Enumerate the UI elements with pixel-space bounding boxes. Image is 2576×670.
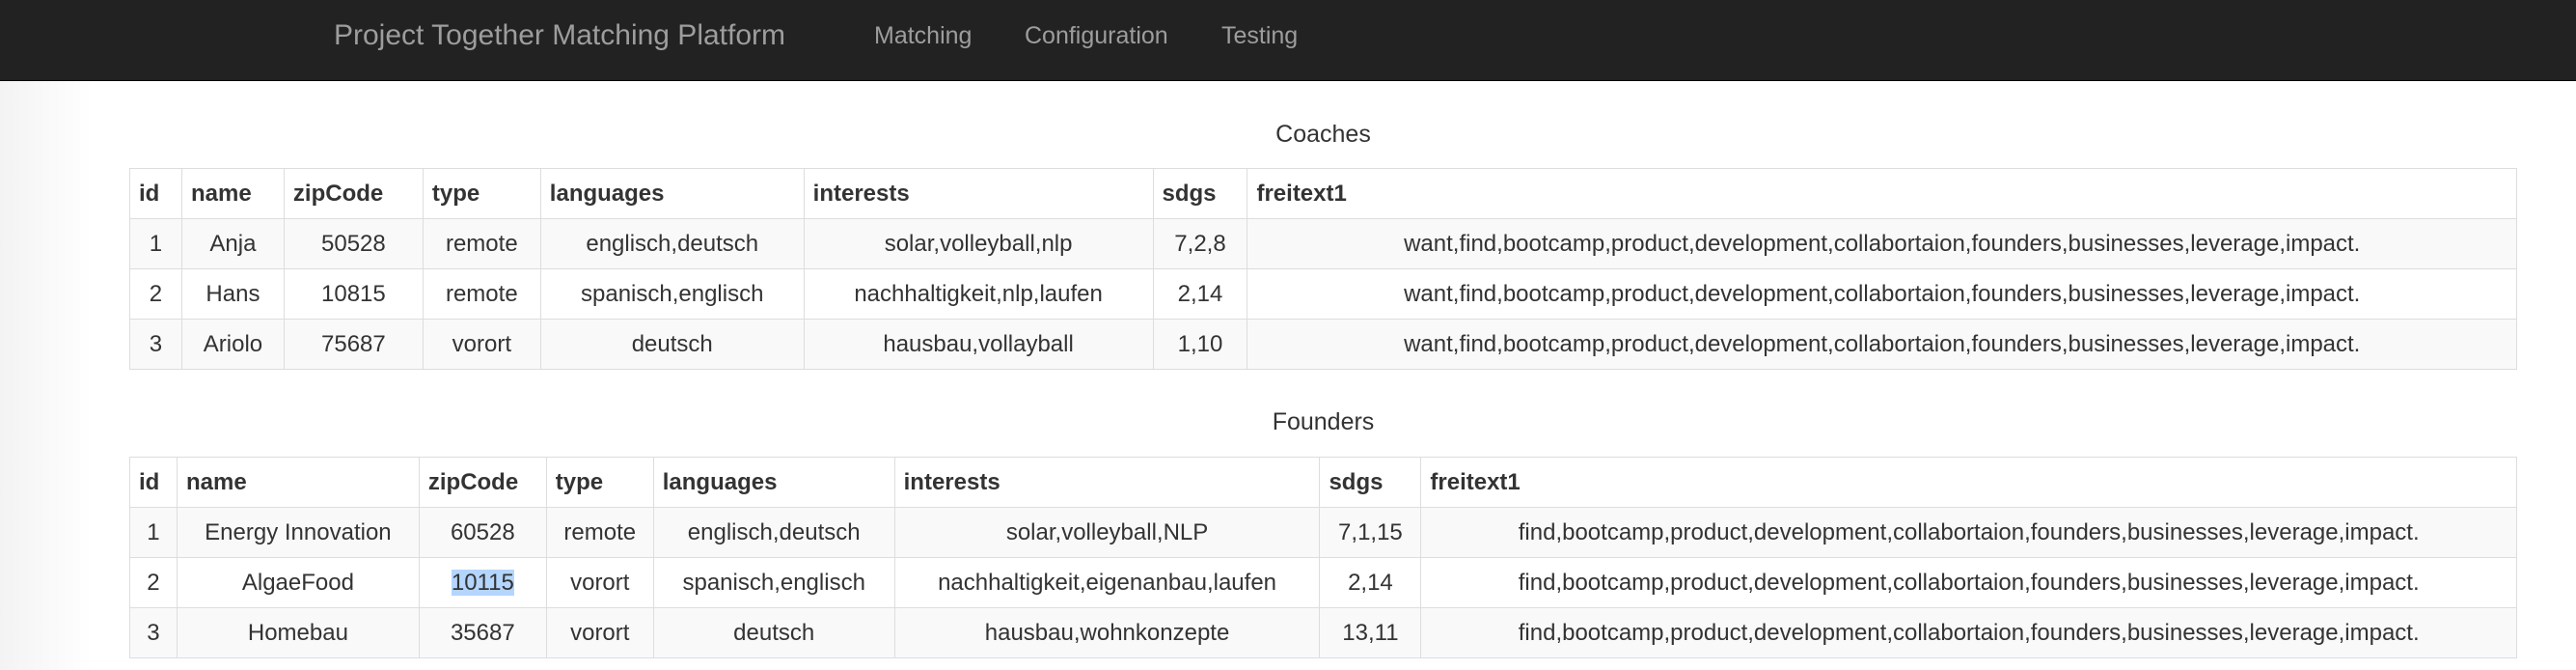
- cell-freitext1: want,find,bootcamp,product,development,c…: [1247, 218, 2517, 269]
- cell-interests: solar,volleyball,NLP: [893, 507, 1321, 558]
- column-header-interests[interactable]: interests: [803, 168, 1154, 219]
- cell-languages: englisch,deutsch: [652, 507, 895, 558]
- cell-freitext1: want,find,bootcamp,product,development,c…: [1247, 268, 2517, 320]
- table-row[interactable]: 2 AlgaeFood 10115 vorort spanisch,englis…: [129, 557, 2517, 608]
- cell-name: AlgaeFood: [176, 557, 420, 608]
- table-row[interactable]: 1 Anja 50528 remote englisch,deutsch sol…: [129, 218, 2517, 269]
- cell-type: vorort: [422, 319, 541, 370]
- cell-languages: deutsch: [652, 607, 895, 658]
- cell-id: 3: [129, 319, 182, 370]
- cell-type: vorort: [545, 557, 654, 608]
- cell-id: 2: [129, 557, 178, 608]
- cell-zipcode: 75687: [283, 319, 424, 370]
- cell-sdgs: 2,14: [1152, 268, 1248, 320]
- selected-text: 10115: [451, 569, 514, 596]
- cell-freitext1: find,bootcamp,product,development,collab…: [1420, 607, 2517, 658]
- cell-zipcode: 35687: [418, 607, 547, 658]
- column-header-name[interactable]: name: [180, 168, 285, 219]
- cell-freitext1: find,bootcamp,product,development,collab…: [1420, 557, 2517, 608]
- cell-sdgs: 7,1,15: [1319, 507, 1422, 558]
- cell-name: Energy Innovation: [176, 507, 420, 558]
- column-header-id[interactable]: id: [129, 457, 178, 508]
- cell-id: 3: [129, 607, 178, 658]
- coaches-table: id name zipCode type languages interests…: [129, 168, 2517, 370]
- cell-zipcode: 50528: [283, 218, 424, 269]
- navbar-brand[interactable]: Project Together Matching Platform: [334, 18, 785, 53]
- cell-freitext1: find,bootcamp,product,development,collab…: [1420, 507, 2517, 558]
- cell-id: 2: [129, 268, 182, 320]
- column-header-type[interactable]: type: [422, 168, 541, 219]
- cell-interests: hausbau,wohnkonzepte: [893, 607, 1321, 658]
- cell-type: remote: [422, 268, 541, 320]
- cell-sdgs: 13,11: [1319, 607, 1422, 658]
- cell-languages: englisch,deutsch: [539, 218, 805, 269]
- cell-interests: solar,volleyball,nlp: [803, 218, 1154, 269]
- cell-type: vorort: [545, 607, 654, 658]
- top-navbar: Project Together Matching Platform Match…: [0, 0, 2576, 81]
- column-header-zipcode[interactable]: zipCode: [418, 457, 547, 508]
- table-row[interactable]: 1 Energy Innovation 60528 remote englisc…: [129, 507, 2517, 558]
- column-header-freitext1[interactable]: freitext1: [1420, 457, 2517, 508]
- column-header-languages[interactable]: languages: [652, 457, 895, 508]
- nav-link-configuration[interactable]: Configuration: [1025, 21, 1168, 50]
- column-header-type[interactable]: type: [545, 457, 654, 508]
- cell-name: Anja: [180, 218, 285, 269]
- cell-zipcode: 10115: [418, 557, 547, 608]
- table-header-row: id name zipCode type languages interests…: [129, 457, 2517, 508]
- nav-link-matching[interactable]: Matching: [874, 21, 972, 50]
- page-left-margin: [0, 81, 93, 670]
- cell-languages: spanisch,englisch: [652, 557, 895, 608]
- cell-name: Hans: [180, 268, 285, 320]
- cell-type: remote: [422, 218, 541, 269]
- cell-id: 1: [129, 507, 178, 558]
- cell-freitext1: want,find,bootcamp,product,development,c…: [1247, 319, 2517, 370]
- table-row[interactable]: 3 Ariolo 75687 vorort deutsch hausbau,vo…: [129, 319, 2517, 370]
- table-row[interactable]: 3 Homebau 35687 vorort deutsch hausbau,w…: [129, 607, 2517, 658]
- cell-name: Ariolo: [180, 319, 285, 370]
- cell-zipcode: 60528: [418, 507, 547, 558]
- cell-zipcode: 10815: [283, 268, 424, 320]
- column-header-zipcode[interactable]: zipCode: [283, 168, 424, 219]
- cell-id: 1: [129, 218, 182, 269]
- founders-title: Founders: [1272, 408, 1375, 435]
- cell-name: Homebau: [176, 607, 420, 658]
- table-header-row: id name zipCode type languages interests…: [129, 168, 2517, 219]
- founders-table: id name zipCode type languages interests…: [129, 457, 2517, 658]
- column-header-languages[interactable]: languages: [539, 168, 805, 219]
- column-header-name[interactable]: name: [176, 457, 420, 508]
- column-header-sdgs[interactable]: sdgs: [1319, 457, 1422, 508]
- cell-interests: nachhaltigkeit,eigenanbau,laufen: [893, 557, 1321, 608]
- cell-sdgs: 7,2,8: [1152, 218, 1248, 269]
- coaches-title: Coaches: [1275, 121, 1371, 148]
- cell-languages: spanisch,englisch: [539, 268, 805, 320]
- nav-link-testing[interactable]: Testing: [1221, 21, 1298, 50]
- table-row[interactable]: 2 Hans 10815 remote spanisch,englisch na…: [129, 268, 2517, 320]
- cell-interests: hausbau,vollayball: [803, 319, 1154, 370]
- cell-sdgs: 1,10: [1152, 319, 1248, 370]
- column-header-sdgs[interactable]: sdgs: [1152, 168, 1248, 219]
- cell-interests: nachhaltigkeit,nlp,laufen: [803, 268, 1154, 320]
- cell-sdgs: 2,14: [1319, 557, 1422, 608]
- column-header-id[interactable]: id: [129, 168, 182, 219]
- cell-type: remote: [545, 507, 654, 558]
- column-header-interests[interactable]: interests: [893, 457, 1321, 508]
- cell-languages: deutsch: [539, 319, 805, 370]
- column-header-freitext1[interactable]: freitext1: [1247, 168, 2517, 219]
